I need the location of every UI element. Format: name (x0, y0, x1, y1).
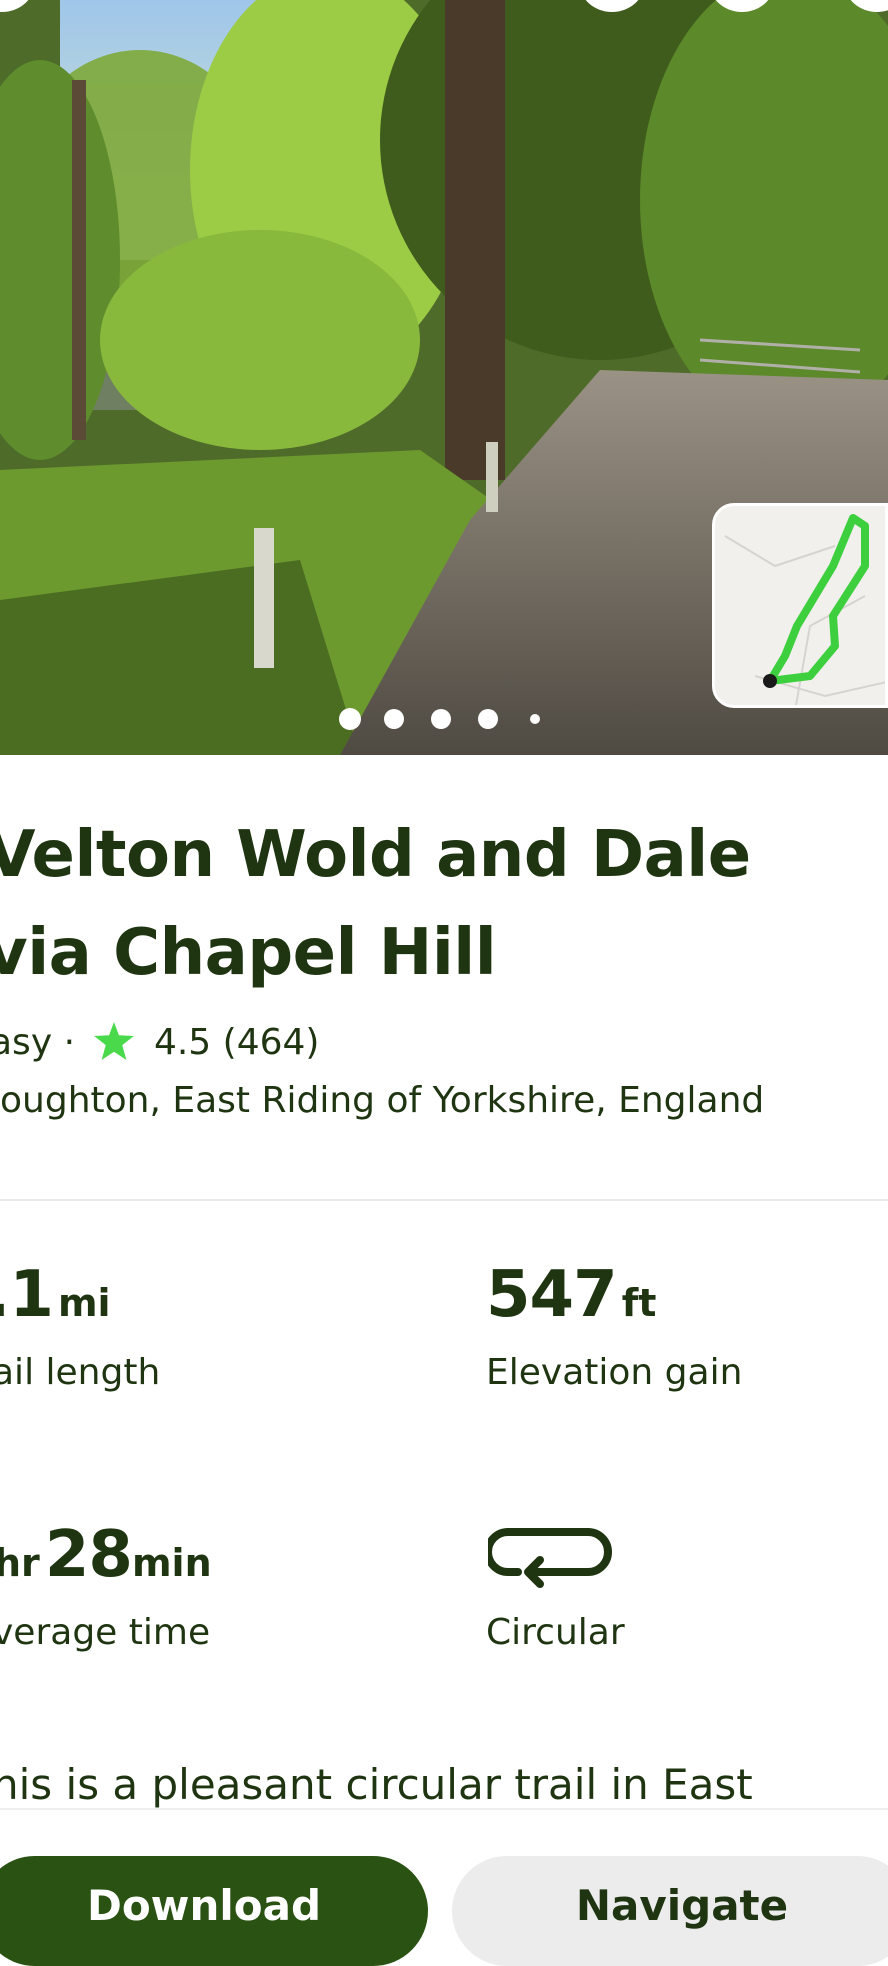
trail-location[interactable]: loughton, East Riding of Yorkshire, Engl… (0, 1080, 764, 1121)
carousel-dot[interactable] (384, 709, 404, 729)
time-min-unit: min (131, 1541, 212, 1585)
trail-photo-carousel[interactable] (0, 0, 888, 755)
trail-description: his is a pleasant circular trail in East (0, 1760, 753, 1809)
route-map-icon (715, 506, 885, 705)
trail-title-line2: via Chapel Hill (0, 916, 497, 990)
trail-title: Velton Wold and Dale via Chapel Hill (0, 806, 886, 1002)
divider (0, 1199, 888, 1201)
navigate-button[interactable]: Navigate (452, 1856, 888, 1966)
trail-map-preview[interactable] (712, 503, 888, 708)
trail-meta: asy · 4.5 (464) (0, 1022, 319, 1063)
rating-value: 4.5 (153, 1022, 212, 1063)
carousel-dot[interactable] (478, 709, 498, 729)
time-min-value: 28 (44, 1518, 133, 1592)
average-time-label: verage time (0, 1612, 211, 1653)
review-count[interactable]: (464) (223, 1022, 320, 1063)
trail-length-unit: mi (57, 1281, 111, 1325)
elevation-stat: 547 ft (486, 1258, 656, 1332)
elevation-label: Elevation gain (486, 1352, 743, 1393)
average-time-stat: hr 28min (0, 1518, 212, 1592)
carousel-dot[interactable] (339, 708, 361, 730)
route-type-label: Circular (486, 1612, 625, 1653)
elevation-value: 547 (486, 1258, 618, 1332)
carousel-dot[interactable] (530, 714, 540, 724)
separator: · (63, 1022, 76, 1063)
trail-length-value: .1 (0, 1258, 54, 1332)
trail-length-label: ail length (0, 1352, 161, 1393)
trail-length-stat: .1 mi (0, 1258, 111, 1332)
difficulty-label: asy (0, 1022, 53, 1063)
star-icon (94, 1022, 135, 1060)
carousel-dots (0, 708, 888, 732)
time-hr-unit: hr (0, 1541, 40, 1585)
elevation-unit: ft (621, 1281, 657, 1325)
carousel-dot[interactable] (431, 709, 451, 729)
circular-route-icon (488, 1528, 612, 1588)
trail-title-line1: Velton Wold and Dale (0, 818, 751, 892)
download-button[interactable]: Download (0, 1856, 428, 1966)
